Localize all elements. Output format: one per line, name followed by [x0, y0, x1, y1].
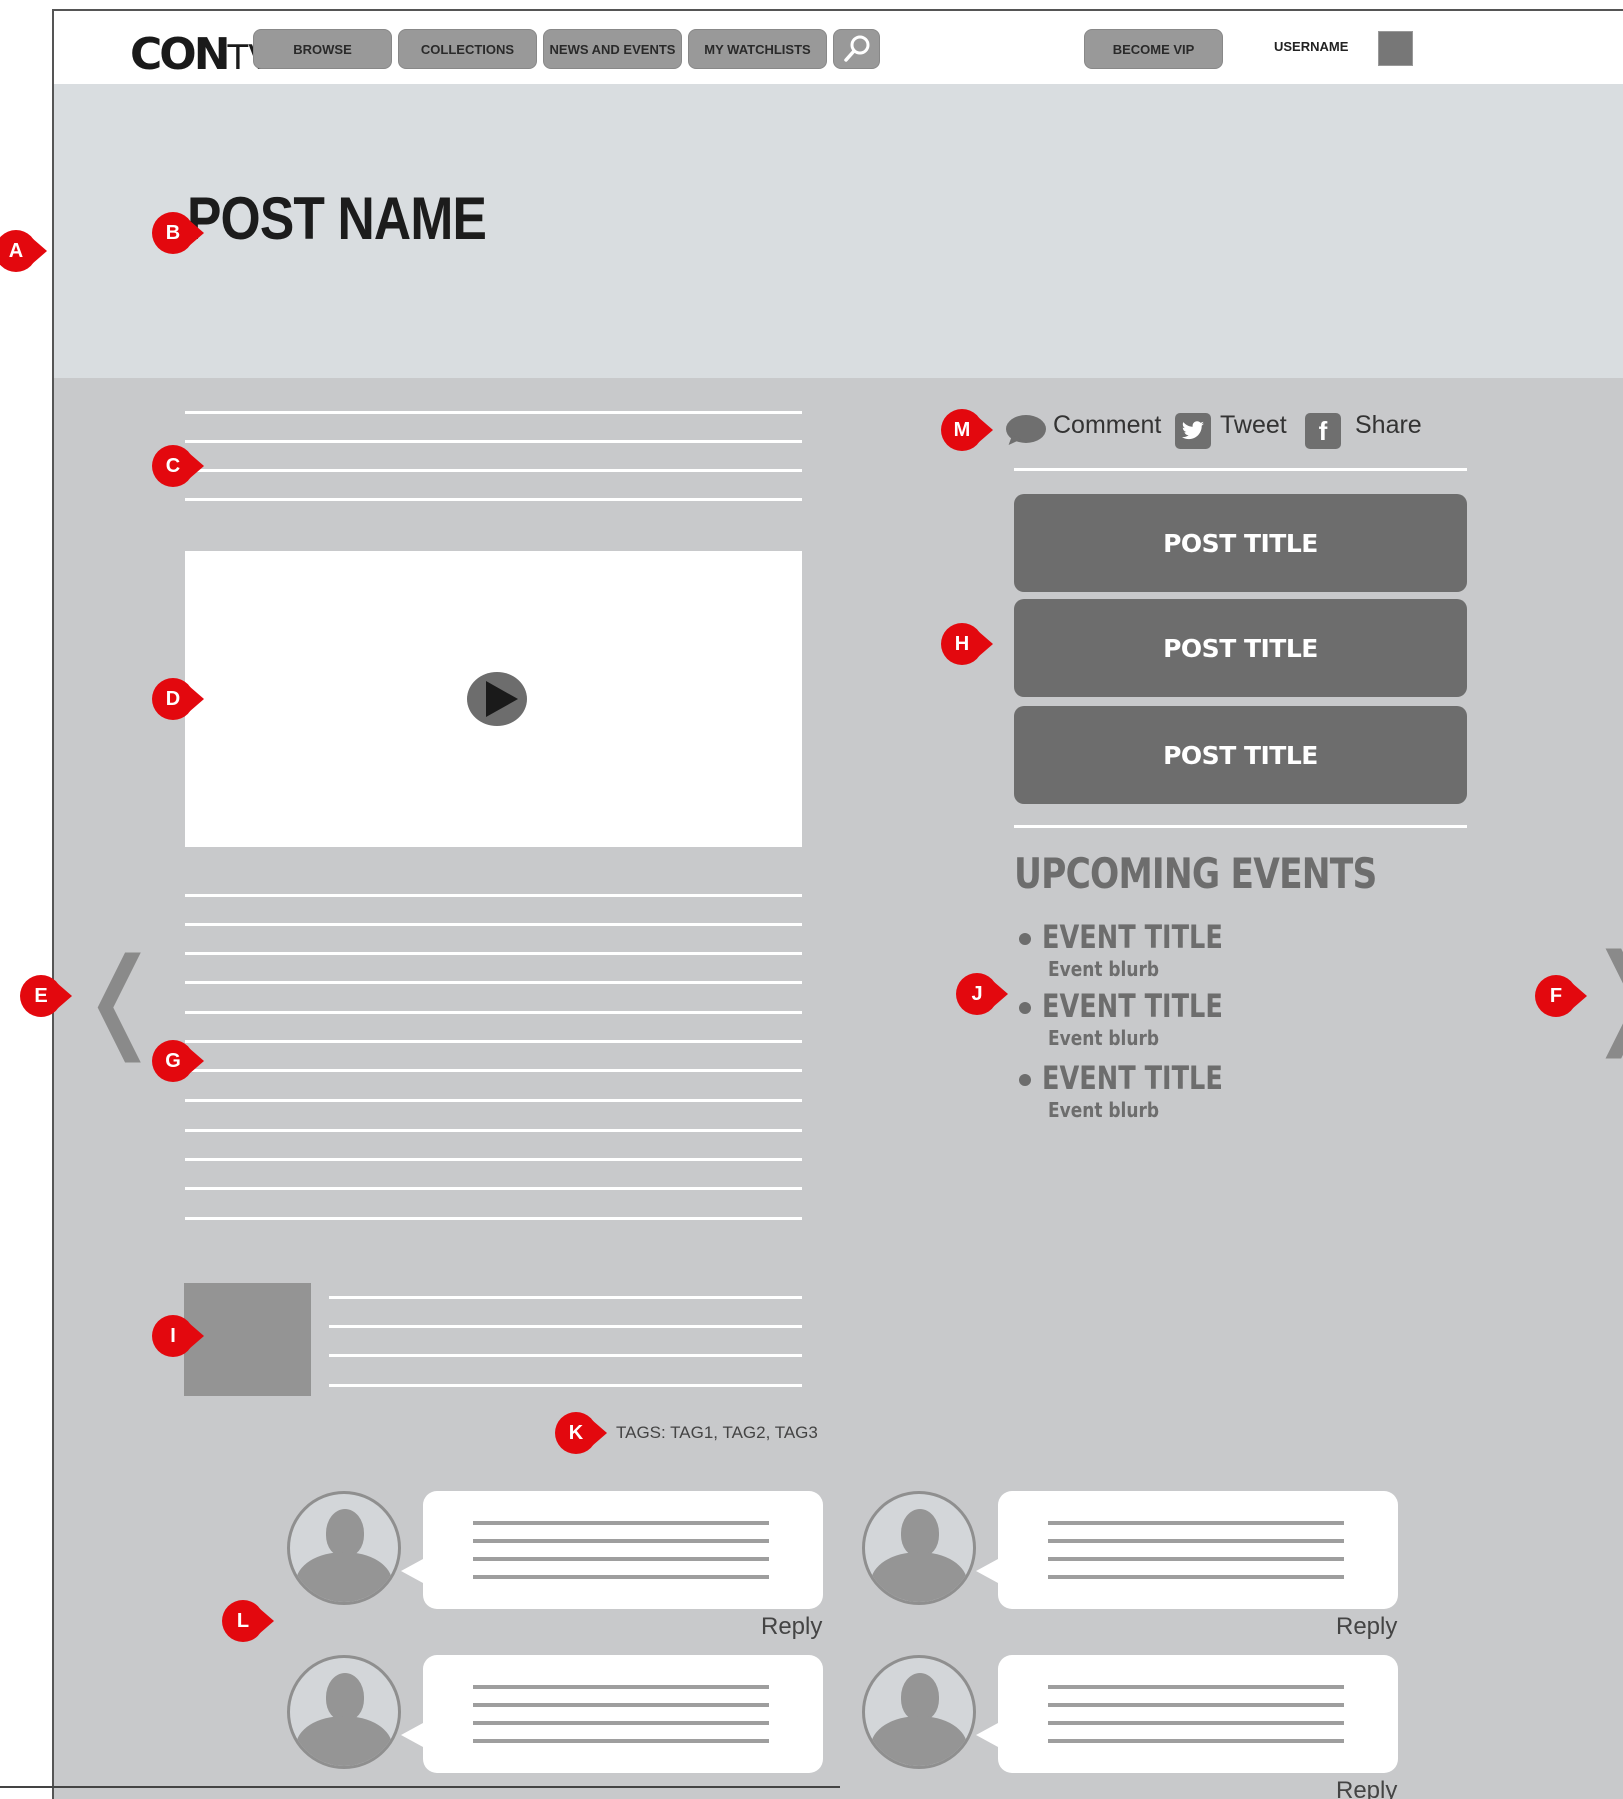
- commenter-avatar: [287, 1655, 401, 1769]
- author-text-line: [329, 1384, 802, 1387]
- page-bottom-edge: [0, 1786, 840, 1788]
- event-blurb: Event blurb: [1048, 1026, 1160, 1050]
- upcoming-events-heading: UPCOMING EVENTS: [1014, 849, 1377, 898]
- logo-main: CON: [130, 29, 231, 80]
- username-link[interactable]: USERNAME: [1274, 39, 1348, 54]
- comment-icon[interactable]: [1006, 415, 1046, 443]
- event-title[interactable]: EVENT TITLE: [1042, 1059, 1223, 1097]
- video-player[interactable]: [185, 551, 802, 847]
- user-avatar[interactable]: [1378, 31, 1413, 66]
- nav-news-events-button[interactable]: NEWS AND EVENTS: [543, 29, 682, 69]
- body-text-line: [185, 1069, 802, 1072]
- nav-watchlists-button[interactable]: MY WATCHLISTS: [688, 29, 827, 69]
- post-tags[interactable]: TAGS: TAG1, TAG2, TAG3: [616, 1423, 818, 1443]
- author-text-line: [329, 1325, 802, 1328]
- intro-text-line: [185, 469, 802, 472]
- tweet-link[interactable]: Tweet: [1220, 411, 1287, 440]
- share-link[interactable]: Share: [1355, 411, 1422, 440]
- annotation-marker: K: [555, 1412, 607, 1454]
- comment-bubble: [976, 1655, 1398, 1773]
- play-icon[interactable]: [467, 672, 527, 726]
- related-post-button[interactable]: POST TITLE: [1014, 599, 1467, 697]
- bullet-icon: [1019, 1002, 1031, 1014]
- become-vip-button[interactable]: BECOME VIP: [1084, 29, 1223, 69]
- annotation-marker: B: [152, 212, 204, 254]
- annotation-marker: A: [0, 230, 47, 272]
- divider: [1014, 468, 1467, 471]
- body-text-line: [185, 952, 802, 955]
- related-post-button[interactable]: POST TITLE: [1014, 494, 1467, 592]
- reply-link[interactable]: Reply: [1336, 1777, 1397, 1799]
- previous-post-arrow-icon[interactable]: ❬: [74, 943, 166, 1053]
- site-logo[interactable]: CONTV: [130, 29, 272, 80]
- commenter-avatar: [287, 1491, 401, 1605]
- top-navigation-bar: CONTV BROWSE COLLECTIONS NEWS AND EVENTS…: [54, 11, 1623, 84]
- intro-text-line: [185, 440, 802, 443]
- body-text-line: [185, 923, 802, 926]
- reply-link[interactable]: Reply: [761, 1613, 822, 1641]
- divider: [1014, 825, 1467, 828]
- annotation-marker: E: [20, 975, 72, 1017]
- facebook-icon[interactable]: f: [1305, 413, 1341, 449]
- bullet-icon: [1019, 1074, 1031, 1086]
- page-frame: CONTV BROWSE COLLECTIONS NEWS AND EVENTS…: [52, 9, 1623, 1799]
- reply-link[interactable]: Reply: [1336, 1613, 1397, 1641]
- related-post-button[interactable]: POST TITLE: [1014, 706, 1467, 804]
- commenter-avatar: [862, 1655, 976, 1769]
- annotation-marker: D: [152, 678, 204, 720]
- comment-bubble: [401, 1491, 823, 1609]
- intro-text-line: [185, 411, 802, 414]
- comment-bubble: [976, 1491, 1398, 1609]
- body-text-line: [185, 1040, 802, 1043]
- intro-text-line: [185, 498, 802, 501]
- body-text-line: [185, 1099, 802, 1102]
- annotation-marker: L: [222, 1600, 274, 1642]
- comment-item: Reply: [862, 1491, 1422, 1640]
- body-text-line: [185, 981, 802, 984]
- comment-item: Reply: [862, 1655, 1422, 1799]
- nav-browse-button[interactable]: BROWSE: [253, 29, 392, 69]
- comment-item: [287, 1655, 847, 1777]
- search-button[interactable]: [833, 29, 880, 69]
- annotation-marker: I: [152, 1315, 204, 1357]
- annotation-marker: H: [941, 623, 993, 665]
- author-text-line: [329, 1296, 802, 1299]
- comment-link[interactable]: Comment: [1053, 411, 1161, 440]
- event-blurb: Event blurb: [1048, 957, 1160, 981]
- annotation-marker: M: [941, 409, 993, 451]
- annotation-marker: C: [152, 445, 204, 487]
- body-text-line: [185, 1011, 802, 1014]
- author-text-line: [329, 1354, 802, 1357]
- comment-bubble: [401, 1655, 823, 1773]
- comment-item: Reply: [287, 1491, 847, 1640]
- body-text-line: [185, 1187, 802, 1190]
- post-header: POST NAME: [54, 84, 1623, 378]
- twitter-icon[interactable]: [1175, 413, 1211, 449]
- body-text-line: [185, 894, 802, 897]
- annotation-marker: F: [1535, 975, 1587, 1017]
- body-text-line: [185, 1129, 802, 1132]
- search-icon: [843, 35, 869, 62]
- commenter-avatar: [862, 1491, 976, 1605]
- body-text-line: [185, 1158, 802, 1161]
- event-blurb: Event blurb: [1048, 1098, 1160, 1122]
- event-title[interactable]: EVENT TITLE: [1042, 918, 1223, 956]
- nav-collections-button[interactable]: COLLECTIONS: [398, 29, 537, 69]
- annotation-marker: J: [956, 973, 1008, 1015]
- page-title: POST NAME: [187, 185, 487, 252]
- annotation-marker: G: [152, 1040, 204, 1082]
- event-title[interactable]: EVENT TITLE: [1042, 987, 1223, 1025]
- bullet-icon: [1019, 933, 1031, 945]
- body-text-line: [185, 1217, 802, 1220]
